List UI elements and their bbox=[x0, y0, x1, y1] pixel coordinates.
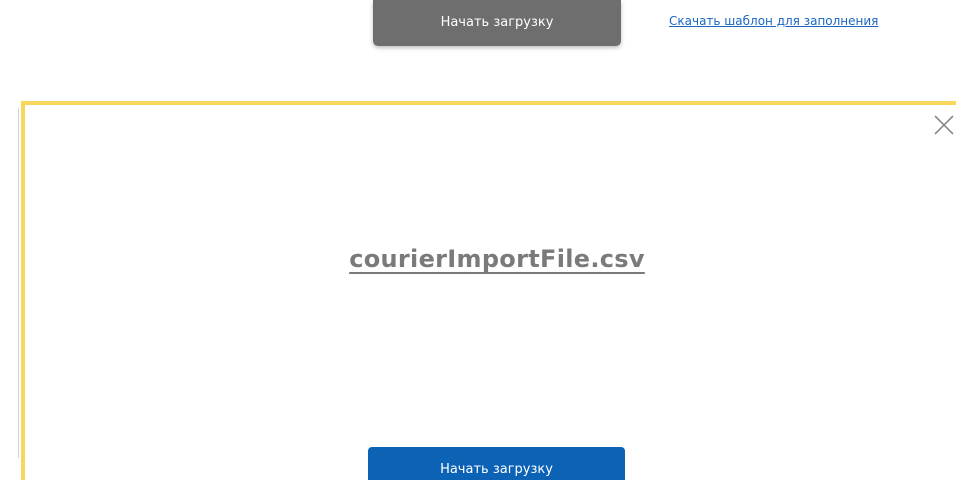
download-template-link[interactable]: Скачать шаблон для заполнения bbox=[669, 14, 878, 28]
upload-dialog bbox=[21, 101, 956, 480]
page: Начать загрузку Скачать шаблон для запол… bbox=[0, 0, 956, 480]
dialog-start-upload-button[interactable]: Начать загрузку bbox=[368, 447, 625, 480]
start-upload-button[interactable]: Начать загрузку bbox=[373, 0, 621, 46]
divider bbox=[18, 108, 19, 458]
file-name: courierImportFile.csv bbox=[349, 245, 645, 273]
close-icon[interactable] bbox=[933, 114, 955, 136]
